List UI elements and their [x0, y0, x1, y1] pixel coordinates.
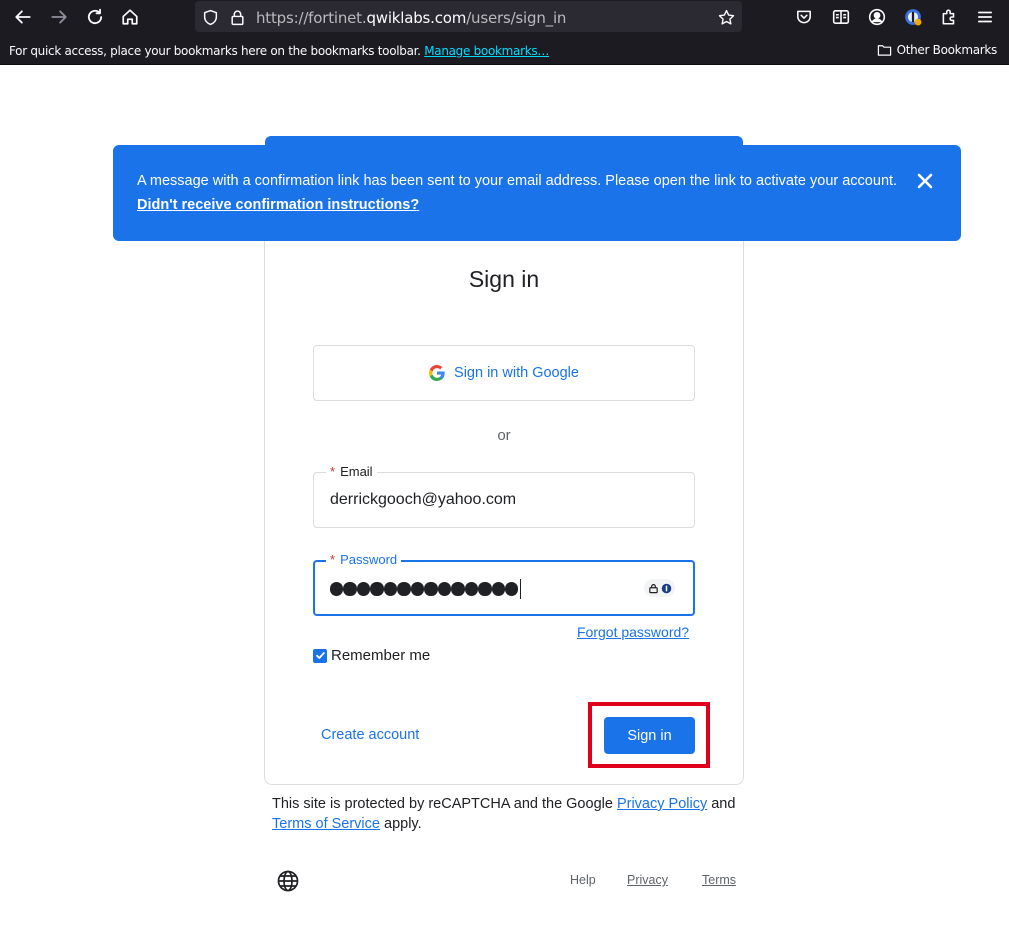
remember-me[interactable]: Remember me [313, 647, 430, 664]
sign-in-button[interactable]: Sign in [604, 717, 695, 754]
extensions-icon[interactable] [937, 5, 961, 29]
password-dot [437, 582, 452, 596]
email-value: derrickgooch@yahoo.com [330, 491, 517, 508]
bookmarks-hint: For quick access, place your bookmarks h… [9, 44, 549, 58]
google-button-label: Sign in with Google [454, 365, 579, 381]
recaptcha-notice: This site is protected by reCAPTCHA and … [272, 794, 742, 834]
password-dot [478, 582, 492, 596]
required-mark: * [330, 464, 336, 479]
bookmarks-hint-text: For quick access, place your bookmarks h… [9, 44, 421, 58]
password-label-text: Password [340, 552, 398, 567]
forward-arrow-icon[interactable] [47, 5, 71, 29]
password-dot [397, 582, 411, 596]
privacy-policy-link[interactable]: Privacy Policy [617, 796, 707, 812]
recaptcha-and: and [711, 796, 736, 812]
password-label: * Password [326, 552, 402, 567]
text-caret [519, 579, 521, 599]
terms-of-service-link[interactable]: Terms of Service [272, 816, 380, 832]
browser-toolbar: https://fortinet.qwiklabs.com/users/sign… [0, 0, 1009, 33]
bookmarks-toolbar: For quick access, place your bookmarks h… [0, 33, 1009, 65]
home-icon[interactable] [118, 5, 142, 29]
recaptcha-prefix: This site is protected by reCAPTCHA and … [272, 796, 613, 812]
url-path: /users/sign_in [466, 9, 567, 27]
recaptcha-suffix: apply. [384, 816, 422, 832]
password-dot [356, 582, 371, 596]
password-field[interactable]: * Password [313, 552, 695, 616]
banner-message: A message with a confirmation link has b… [137, 173, 898, 189]
password-dot [383, 582, 398, 596]
reader-icon[interactable] [829, 5, 853, 29]
password-dot [464, 582, 479, 596]
url-text[interactable]: https://fortinet.qwiklabs.com/users/sign… [256, 9, 566, 27]
google-g-icon [429, 365, 445, 381]
url-host: qwiklabs.com [366, 9, 467, 27]
lock-icon[interactable] [227, 7, 247, 27]
resend-confirmation-link[interactable]: Didn't receive confirmation instructions… [137, 197, 419, 213]
footer-terms-link[interactable]: Terms [702, 873, 736, 887]
shield-icon[interactable] [200, 7, 220, 27]
required-mark: * [330, 552, 336, 567]
password-manager-icon[interactable] [644, 579, 675, 597]
email-label-text: Email [340, 464, 373, 479]
password-dot [410, 582, 425, 596]
other-bookmarks-label: Other Bookmarks [896, 43, 998, 57]
check-icon [315, 652, 325, 659]
email-field[interactable]: * Email derrickgooch@yahoo.com [313, 464, 695, 528]
back-arrow-icon[interactable] [11, 5, 35, 29]
password-dot [343, 582, 357, 596]
password-dot [505, 582, 519, 596]
google-sign-in-button[interactable]: Sign in with Google [313, 345, 695, 401]
close-icon[interactable] [915, 171, 935, 191]
menu-icon[interactable] [973, 5, 997, 29]
manage-bookmarks-link[interactable]: Manage bookmarks… [424, 44, 549, 58]
password-dot [330, 582, 344, 596]
extension-avatar-icon[interactable] [901, 5, 925, 29]
create-account-link[interactable]: Create account [321, 727, 419, 743]
remember-me-checkbox[interactable] [313, 648, 327, 663]
password-dot [451, 582, 465, 596]
url-prefix: https://fortinet. [256, 9, 367, 27]
globe-icon[interactable] [277, 870, 299, 892]
other-bookmarks-button[interactable]: Other Bookmarks [877, 43, 997, 57]
star-icon[interactable] [716, 7, 736, 27]
remember-me-label: Remember me [331, 647, 431, 664]
password-dot [491, 582, 505, 596]
footer-privacy-link[interactable]: Privacy [627, 873, 668, 887]
page-title: Sign in [468, 266, 540, 292]
password-dot [424, 582, 438, 596]
folder-icon [877, 45, 891, 56]
email-label: * Email [326, 464, 377, 479]
password-masked-value [330, 578, 521, 600]
url-bar[interactable]: https://fortinet.qwiklabs.com/users/sign… [195, 1, 742, 32]
confirmation-banner: A message with a confirmation link has b… [113, 145, 961, 241]
footer-help-link[interactable]: Help [570, 873, 596, 887]
or-divider: or [497, 427, 511, 444]
pocket-icon[interactable] [792, 5, 816, 29]
password-dot [370, 582, 384, 596]
forgot-password-link[interactable]: Forgot password? [577, 624, 689, 640]
reload-icon[interactable] [83, 5, 107, 29]
account-icon[interactable] [865, 5, 889, 29]
